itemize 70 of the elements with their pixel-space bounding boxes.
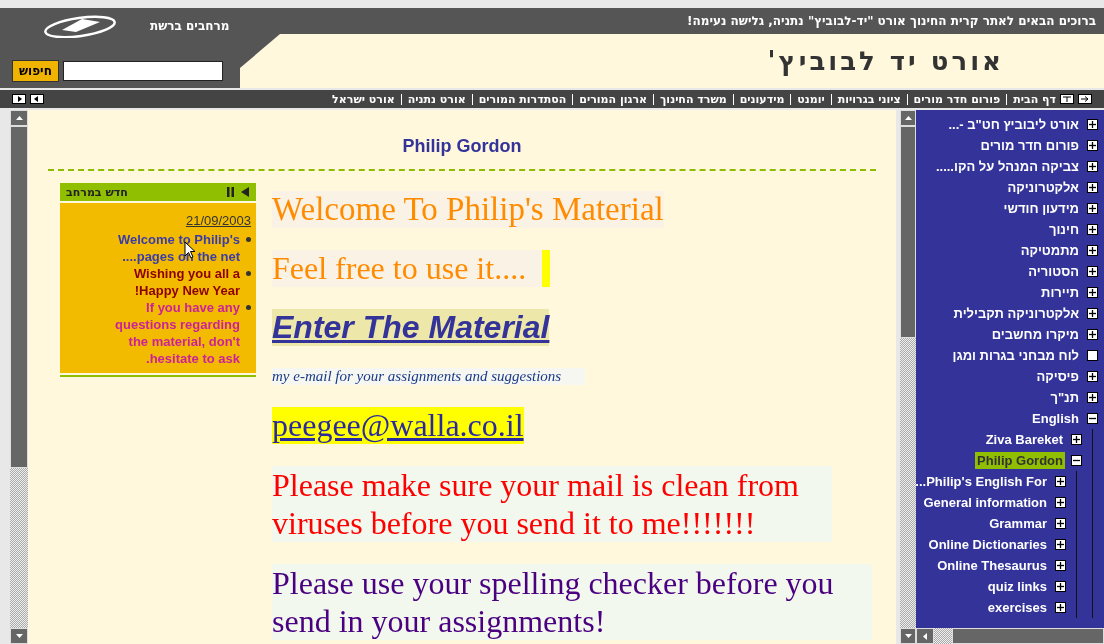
scroll-down-icon[interactable] <box>904 634 912 638</box>
tree-item[interactable]: Philip Gordon <box>975 452 1065 469</box>
page-icon <box>1087 350 1098 361</box>
site-title: אורט יד לבוביץ' <box>767 46 1004 76</box>
tree-item[interactable]: מידעון חודשי <box>1001 200 1081 217</box>
arrow-left-icon[interactable] <box>30 94 44 104</box>
nav-link[interactable]: ארגון המורים <box>579 92 647 106</box>
nav-link[interactable]: פורום חדר מורים <box>913 92 1001 106</box>
scrollbar[interactable] <box>10 110 28 644</box>
tree-item[interactable]: הסטוריה <box>1026 263 1081 280</box>
tree-item[interactable]: Philip's English For... <box>916 473 1049 490</box>
tree-item[interactable]: תנ"ך <box>1048 389 1081 406</box>
scroll-left-icon[interactable] <box>923 632 927 640</box>
scroll-thumb[interactable] <box>952 628 1104 644</box>
tree-item[interactable]: פורום חדר מורים <box>978 137 1081 154</box>
news-item[interactable]: Wishing you all a Happy New Year! <box>104 265 240 299</box>
scrollbar[interactable] <box>900 110 916 644</box>
tree-item[interactable]: English <box>1030 410 1081 427</box>
tree-item[interactable]: Online Thesaurus <box>935 557 1049 574</box>
nav-link[interactable]: הסתדרות המורים <box>478 92 567 106</box>
nav-link[interactable]: ציוני בגרויות <box>837 92 901 106</box>
tree-item[interactable]: מתמטיקה <box>1018 242 1081 259</box>
email-note: my e-mail for your assignments and suggestions <box>272 368 586 385</box>
nav-link[interactable]: אורט נתניה <box>407 92 466 106</box>
bullet-icon <box>246 305 251 310</box>
scroll-up-icon[interactable] <box>904 116 912 120</box>
tree-item[interactable]: חינוך <box>1046 221 1081 238</box>
collapse-icon[interactable] <box>1071 455 1082 466</box>
nav-link[interactable]: יומנט <box>797 92 825 106</box>
nav-link[interactable]: מידעונים <box>739 92 785 106</box>
bullet-icon <box>246 237 251 242</box>
tree-item[interactable]: תיירות <box>1039 284 1081 301</box>
tree-item[interactable]: לוח מבחני בגרות ומגן <box>950 347 1081 364</box>
welcome-heading: Welcome To Philip's Material <box>272 191 664 228</box>
tree-item[interactable]: quiz links <box>985 578 1049 595</box>
scrollbar[interactable] <box>916 628 1104 644</box>
search-button[interactable]: חיפוש <box>12 60 59 82</box>
tree-item[interactable]: אלקטרוניקה <box>1005 179 1081 196</box>
tree-item[interactable]: מיקרו מחשבים <box>989 326 1081 343</box>
nav-link[interactable]: אורט ישראל <box>332 92 395 106</box>
intro-text: Feel free to use it.... <box>272 250 551 287</box>
window-icon[interactable] <box>1060 94 1074 104</box>
arrow-right-icon[interactable] <box>12 94 26 104</box>
tree-item[interactable]: Online Dictionaries <box>926 536 1049 553</box>
scroll-up-icon[interactable] <box>15 116 23 120</box>
news-title: חדש במרחב <box>66 185 128 199</box>
tree-item[interactable]: אורט ליבוביץ חט"ב -... <box>946 116 1081 133</box>
page-title: Philip Gordon <box>401 136 523 157</box>
news-date[interactable]: 21/09/2003 <box>185 213 251 228</box>
welcome-text: ברוכים הבאים לאתר קרית החינוך אורט "יד-לבוביץ" נתניה, גלישה נעימה! <box>686 13 1097 30</box>
tree-item[interactable]: exercises <box>985 599 1049 616</box>
material-link[interactable]: Enter The Material <box>272 309 550 346</box>
collapse-icon[interactable] <box>1087 413 1098 424</box>
notice-text: Please use your spelling checker before you send in your assignments! <box>272 564 872 640</box>
tree-item[interactable]: אלקטרוניקה תקבילית <box>951 305 1081 322</box>
pause-icon[interactable] <box>226 187 235 197</box>
warning-text: Please make sure your mail is clean from viruses before you send it to me!!!!!!! <box>272 466 832 542</box>
tree-item[interactable]: פיסיקה <box>1034 368 1081 385</box>
tree-item[interactable]: General information <box>921 494 1049 511</box>
tree-item[interactable]: Grammar <box>987 515 1049 532</box>
network-label: מרחבים ברשת <box>150 19 230 33</box>
nav-link[interactable]: דף הבית <box>1013 92 1056 106</box>
tree-item[interactable]: צביקה המנהל על הקו..... <box>933 158 1081 175</box>
scroll-down-icon[interactable] <box>15 634 23 638</box>
play-icon[interactable] <box>240 187 250 197</box>
search-field[interactable] <box>62 61 223 81</box>
bullet-icon <box>246 271 251 276</box>
tree-item[interactable]: Ziva Bareket <box>983 431 1065 448</box>
email-link[interactable]: peegee@walla.co.il <box>272 407 524 444</box>
nav-link[interactable]: משרד החינוך <box>660 92 727 106</box>
